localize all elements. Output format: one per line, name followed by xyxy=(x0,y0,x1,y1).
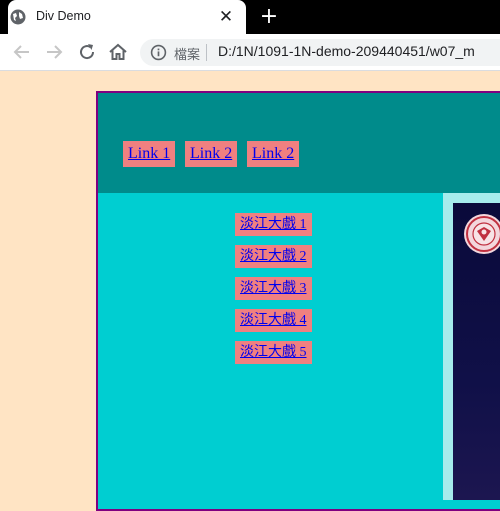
new-tab-button[interactable]: + xyxy=(256,4,282,30)
back-arrow-icon[interactable] xyxy=(10,40,34,64)
header-link-3[interactable]: Link 2 xyxy=(247,141,300,167)
sidebar-link-1[interactable]: 淡江大戲 1 xyxy=(235,213,312,236)
sidebar-link-4[interactable]: 淡江大戲 4 xyxy=(235,309,312,332)
forward-arrow-icon[interactable] xyxy=(42,40,66,64)
sidebar-link-5[interactable]: 淡江大戲 5 xyxy=(235,341,312,364)
sidebar-link-3[interactable]: 淡江大戲 3 xyxy=(235,277,312,300)
home-icon[interactable] xyxy=(106,40,130,64)
close-tab-icon[interactable]: ✕ xyxy=(216,6,236,28)
tab-title: Div Demo xyxy=(36,9,91,23)
header-link-2[interactable]: Link 2 xyxy=(185,141,238,167)
university-seal-icon xyxy=(464,214,500,254)
url-text[interactable]: D:/1N/1091-1N-demo-209440451/w07_m xyxy=(218,43,475,59)
url-separator xyxy=(206,44,207,61)
sidebar-link-2[interactable]: 淡江大戲 2 xyxy=(235,245,312,268)
reload-icon[interactable] xyxy=(75,40,99,64)
info-icon[interactable] xyxy=(150,44,167,61)
header-link-1[interactable]: Link 1 xyxy=(123,141,176,167)
globe-icon xyxy=(10,9,26,25)
url-scheme-label: 檔案 xyxy=(174,47,201,62)
